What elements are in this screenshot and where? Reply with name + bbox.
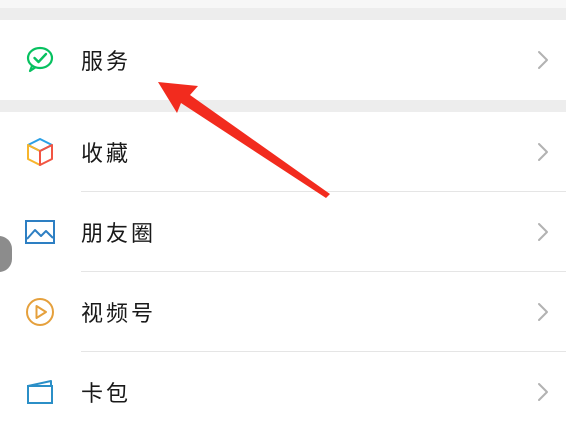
moments-row[interactable]: 朋友圈 [0, 192, 566, 272]
channels-label: 视频号 [81, 302, 157, 327]
chevron-right-icon [538, 51, 548, 69]
service-row[interactable]: 服务 [0, 20, 566, 100]
chevron-right-icon [538, 143, 548, 161]
card-wallet-icon [27, 380, 53, 404]
card-wallet-row[interactable]: 卡包 [0, 352, 566, 422]
settings-group-service: 服务 [0, 20, 566, 100]
chevron-right-icon [538, 223, 548, 241]
top-strip [0, 0, 566, 8]
chevron-right-icon [538, 303, 548, 321]
chevron-right-icon [538, 383, 548, 401]
me-page: 服务 收藏 朋友圈 视频号 卡包 [0, 0, 566, 422]
card-wallet-label: 卡包 [81, 382, 132, 407]
favorites-row[interactable]: 收藏 [0, 112, 566, 192]
favorites-label: 收藏 [81, 142, 132, 167]
moments-picture-icon [25, 220, 55, 244]
settings-group-main: 收藏 朋友圈 视频号 卡包 [0, 112, 566, 422]
service-label: 服务 [81, 50, 132, 75]
channels-play-icon [26, 298, 54, 326]
service-wechat-icon [26, 46, 54, 73]
favorites-cube-icon [27, 138, 53, 166]
moments-label: 朋友圈 [81, 222, 157, 247]
channels-row[interactable]: 视频号 [0, 272, 566, 352]
